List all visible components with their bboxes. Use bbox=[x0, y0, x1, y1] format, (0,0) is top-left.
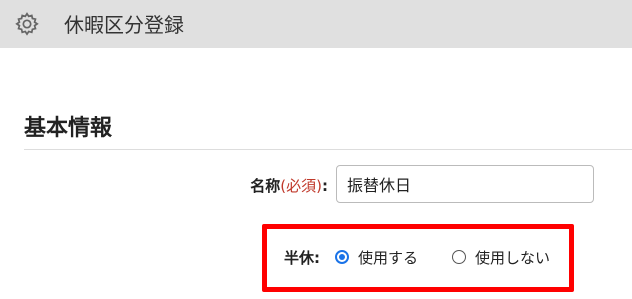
radio-not-use[interactable] bbox=[452, 250, 466, 264]
half-day-label: 半休: bbox=[284, 249, 320, 267]
name-input[interactable] bbox=[336, 165, 594, 203]
name-label-text: 名称 bbox=[250, 177, 281, 195]
section-divider bbox=[24, 149, 632, 150]
radio-use[interactable] bbox=[335, 250, 349, 264]
radio-use-label[interactable]: 使用する bbox=[358, 248, 418, 268]
section-title: 基本情報 bbox=[24, 116, 113, 141]
title-bar: 休暇区分登録 bbox=[0, 0, 632, 48]
page-title: 休暇区分登録 bbox=[64, 13, 184, 37]
radio-not-use-label[interactable]: 使用しない bbox=[475, 248, 550, 268]
name-field-label: 名称(必須): bbox=[250, 176, 328, 196]
required-marker: (必須) bbox=[280, 177, 322, 195]
name-label-colon: : bbox=[322, 177, 328, 195]
gear-icon[interactable] bbox=[14, 11, 40, 37]
